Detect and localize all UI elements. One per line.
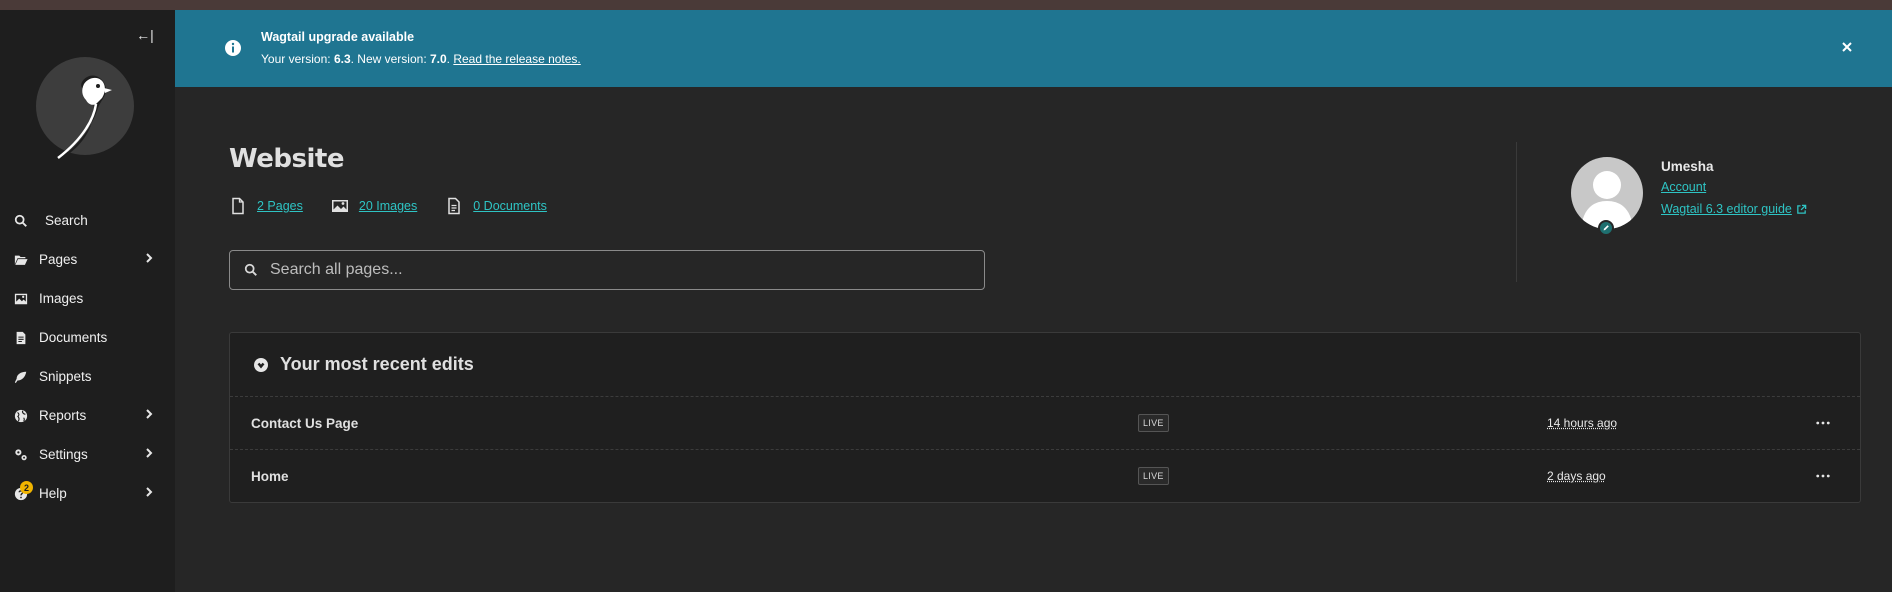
sidebar-item-label: Help xyxy=(39,486,67,501)
document-icon xyxy=(13,330,29,346)
pages-count-link[interactable]: 2 Pages xyxy=(257,199,303,213)
site-summary: 2 Pages 20 Images 0 Documents xyxy=(229,197,575,215)
status-badge: LIVE xyxy=(1138,414,1169,432)
release-notes-link[interactable]: Read the release notes. xyxy=(453,52,580,66)
pages-summary: 2 Pages xyxy=(229,197,303,215)
document-icon xyxy=(448,197,460,215)
banner-text-prefix: Your version: xyxy=(261,52,334,66)
table-row: Home LIVE 2 days ago xyxy=(230,450,1860,503)
sidebar-item-help[interactable]: 2 Help xyxy=(0,474,175,513)
info-circle-icon xyxy=(224,39,242,57)
account-link[interactable]: Account xyxy=(1661,180,1706,194)
cogs-icon xyxy=(13,447,29,463)
banner-text-middle: . New version: xyxy=(350,52,430,66)
sidebar-item-settings[interactable]: Settings xyxy=(0,435,175,474)
sidebar-item-documents[interactable]: Documents xyxy=(0,318,175,357)
page-title-link[interactable]: Home xyxy=(251,469,289,484)
user-name: Umesha xyxy=(1661,159,1714,174)
sidebar-item-reports[interactable]: Reports xyxy=(0,396,175,435)
sidebar-item-label: Settings xyxy=(39,447,88,462)
current-version: 6.3 xyxy=(333,52,351,66)
table-row: Contact Us Page LIVE 14 hours ago xyxy=(230,397,1860,450)
sidebar: ←| Search Pages Images Documents Snippet… xyxy=(0,10,175,592)
image-icon xyxy=(331,200,348,212)
editor-guide-label: Wagtail 6.3 editor guide xyxy=(1661,202,1792,216)
last-edited-time: 2 days ago xyxy=(1547,469,1606,483)
chevron-right-icon xyxy=(143,486,157,500)
sidebar-item-pages[interactable]: Pages xyxy=(0,240,175,279)
vertical-divider xyxy=(1516,142,1517,282)
folder-open-icon xyxy=(13,252,29,268)
chevron-down-icon[interactable] xyxy=(254,357,268,372)
search-icon xyxy=(244,263,257,276)
images-count-link[interactable]: 20 Images xyxy=(359,199,417,213)
upgrade-banner: Wagtail upgrade available Your version: … xyxy=(175,10,1892,87)
sidebar-item-label: Pages xyxy=(39,252,78,267)
image-icon xyxy=(13,291,29,307)
sidebar-item-search[interactable]: Search xyxy=(0,201,175,240)
sidebar-item-images[interactable]: Images xyxy=(0,279,175,318)
chevron-right-icon xyxy=(143,252,157,266)
sidebar-item-label: Reports xyxy=(39,408,87,423)
snippet-icon xyxy=(13,369,29,385)
recent-edits-title: Your most recent edits xyxy=(280,354,474,374)
recent-edits-header[interactable]: Your most recent edits xyxy=(230,333,1860,397)
dashboard-main: Website 2 Pages 20 Images 0 Documents Um… xyxy=(175,87,1892,592)
window-top-strip xyxy=(0,0,1892,10)
collapse-sidebar-button[interactable]: ←| xyxy=(132,24,158,46)
search-input[interactable] xyxy=(270,261,970,279)
page-title: Website xyxy=(229,144,344,174)
banner-message: Your version: 6.3. New version: 7.0. Rea… xyxy=(261,52,581,66)
external-link-icon xyxy=(1797,204,1807,214)
more-actions-icon[interactable] xyxy=(1813,414,1833,432)
banner-title: Wagtail upgrade available xyxy=(261,30,415,44)
more-actions-icon[interactable] xyxy=(1813,467,1833,485)
images-summary: 20 Images xyxy=(331,197,417,215)
recent-edits-panel: Your most recent edits Contact Us Page L… xyxy=(229,332,1861,503)
pencil-icon[interactable] xyxy=(1598,220,1614,236)
page-icon xyxy=(232,197,244,215)
wagtail-logo[interactable] xyxy=(36,56,134,168)
sidebar-item-label: Images xyxy=(39,291,84,306)
globe-icon xyxy=(13,408,29,424)
sidebar-item-label: Search xyxy=(45,213,88,228)
sidebar-nav: Search Pages Images Documents Snippets R… xyxy=(0,201,175,513)
documents-count-link[interactable]: 0 Documents xyxy=(473,199,547,213)
page-title-link[interactable]: Contact Us Page xyxy=(251,416,358,431)
new-version: 7.0 xyxy=(429,52,447,66)
documents-summary: 0 Documents xyxy=(445,197,547,215)
sidebar-item-snippets[interactable]: Snippets xyxy=(0,357,175,396)
chevron-right-icon xyxy=(143,408,157,422)
status-badge: LIVE xyxy=(1138,467,1169,485)
help-notification-badge: 2 xyxy=(20,481,33,494)
editor-guide-link[interactable]: Wagtail 6.3 editor guide xyxy=(1661,202,1807,216)
avatar[interactable] xyxy=(1571,157,1643,229)
chevron-right-icon xyxy=(143,447,157,461)
last-edited-time: 14 hours ago xyxy=(1547,416,1618,430)
search-icon xyxy=(13,213,29,229)
sidebar-item-label: Snippets xyxy=(39,369,92,384)
page-search-field[interactable] xyxy=(229,250,985,290)
close-icon[interactable] xyxy=(1838,38,1856,56)
sidebar-item-label: Documents xyxy=(39,330,108,345)
